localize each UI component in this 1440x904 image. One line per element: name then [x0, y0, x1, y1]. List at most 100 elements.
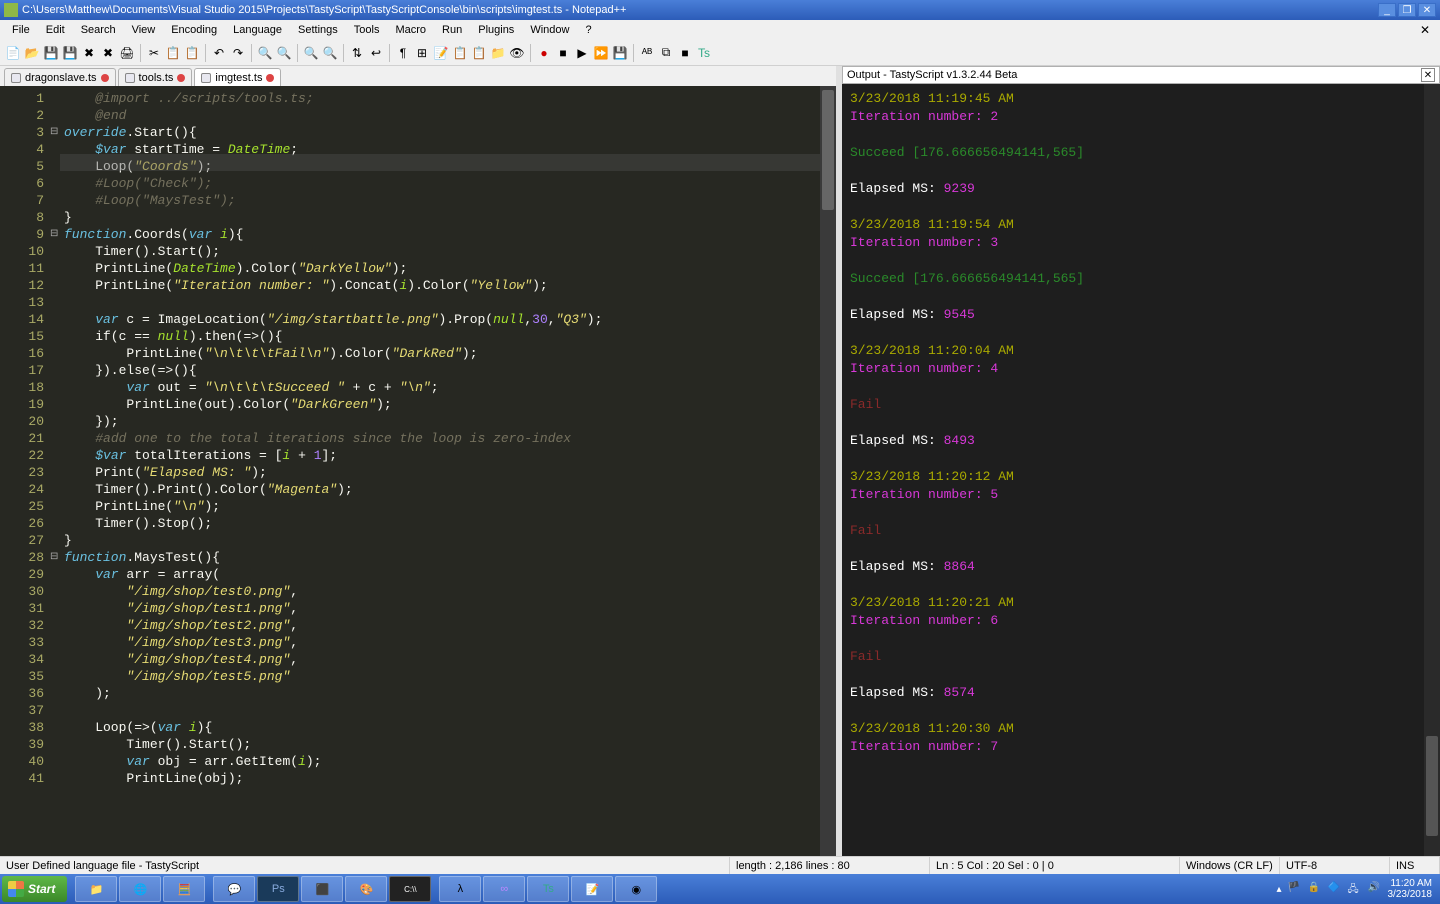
sync-scroll-icon[interactable]: ⇅ [348, 44, 366, 62]
task-calculator[interactable]: 🧮 [163, 876, 205, 902]
scrollbar-thumb[interactable] [822, 90, 834, 210]
menu-edit[interactable]: Edit [38, 22, 73, 38]
compare-icon[interactable]: ⧉ [657, 44, 675, 62]
show-all-chars-icon[interactable]: ¶ [394, 44, 412, 62]
tab-dragonslave-ts[interactable]: dragonslave.ts [4, 68, 116, 86]
task-discord[interactable]: 💬 [213, 876, 255, 902]
zoom-out-icon[interactable]: 🔍 [321, 44, 339, 62]
minimize-button[interactable]: _ [1378, 3, 1396, 17]
output-panel: Output - TastyScript v1.3.2.44 Beta ✕ 3/… [842, 66, 1440, 856]
tray-chevron-icon[interactable]: ▴ [1276, 884, 1281, 895]
print-icon[interactable]: 🖨 [118, 44, 136, 62]
maximize-button[interactable]: ❐ [1398, 3, 1416, 17]
tray-volume-icon[interactable]: 🔊 [1368, 882, 1382, 896]
menu-settings[interactable]: Settings [290, 22, 346, 38]
tray-vpn-icon[interactable]: 🔒 [1308, 882, 1322, 896]
menu-encoding[interactable]: Encoding [163, 22, 225, 38]
task-photoshop[interactable]: Ps [257, 876, 299, 902]
toolbar: 📄 📂 💾 💾 ✖ ✖ 🖨 ✂ 📋 📋 ↶ ↷ 🔍 🔍 🔍 🔍 ⇅ ↩ ¶ ⊞ … [0, 40, 1440, 66]
task-lambda[interactable]: λ [439, 876, 481, 902]
folder-icon[interactable]: 📁 [489, 44, 507, 62]
monitor-icon[interactable]: 👁 [508, 44, 526, 62]
tray-time: 11:20 AM [1388, 878, 1433, 889]
func-list-icon[interactable]: 📋 [470, 44, 488, 62]
plugin-icon[interactable]: ■ [676, 44, 694, 62]
windows-logo-icon [8, 881, 24, 897]
output-close-button[interactable]: ✕ [1421, 68, 1435, 82]
menu-run[interactable]: Run [434, 22, 470, 38]
open-file-icon[interactable]: 📂 [23, 44, 41, 62]
tab-imgtest-ts[interactable]: imgtest.ts [194, 68, 281, 86]
find-icon[interactable]: 🔍 [256, 44, 274, 62]
indent-guide-icon[interactable]: ⊞ [413, 44, 431, 62]
menu-macro[interactable]: Macro [387, 22, 434, 38]
close-file-icon[interactable]: ✖ [80, 44, 98, 62]
paste-icon[interactable]: 📋 [183, 44, 201, 62]
task-unknown1[interactable]: ⬛ [301, 876, 343, 902]
menu-window[interactable]: Window [522, 22, 577, 38]
close-icon[interactable] [177, 74, 185, 82]
udl-icon[interactable]: 📝 [432, 44, 450, 62]
menubar-close-icon[interactable]: ✕ [1414, 23, 1436, 37]
status-eol: Windows (CR LF) [1180, 857, 1280, 874]
save-icon[interactable]: 💾 [42, 44, 60, 62]
fold-gutter[interactable]: ⊟ ⊟ ⊟ [50, 86, 60, 856]
system-tray[interactable]: ▴ 🏴 🔒 🔷 🖧 🔊 11:20 AM 3/23/2018 [1270, 876, 1438, 902]
replace-icon[interactable]: 🔍 [275, 44, 293, 62]
start-button[interactable]: Start [2, 876, 67, 902]
menu-language[interactable]: Language [225, 22, 290, 38]
line-number-gutter: 1234567891011121314151617181920212223242… [0, 86, 50, 856]
close-button[interactable]: ✕ [1418, 3, 1436, 17]
editor-scrollbar[interactable] [820, 86, 836, 856]
wrap-icon[interactable]: ↩ [367, 44, 385, 62]
task-github[interactable]: ◉ [615, 876, 657, 902]
tray-app-icon[interactable]: 🔷 [1328, 882, 1342, 896]
task-app2[interactable]: 🎨 [345, 876, 387, 902]
save-all-icon[interactable]: 💾 [61, 44, 79, 62]
cut-icon[interactable]: ✂ [145, 44, 163, 62]
doc-map-icon[interactable]: 📋 [451, 44, 469, 62]
close-all-icon[interactable]: ✖ [99, 44, 117, 62]
close-icon[interactable] [101, 74, 109, 82]
output-content[interactable]: 3/23/2018 11:19:45 AMIteration number: 2… [842, 84, 1440, 856]
copy-icon[interactable]: 📋 [164, 44, 182, 62]
redo-icon[interactable]: ↷ [229, 44, 247, 62]
menu-file[interactable]: File [4, 22, 38, 38]
titlebar: C:\Users\Matthew\Documents\Visual Studio… [0, 0, 1440, 20]
menu-tools[interactable]: Tools [346, 22, 388, 38]
task-explorer[interactable]: 📁 [75, 876, 117, 902]
record-icon[interactable]: ● [535, 44, 553, 62]
menu-search[interactable]: Search [73, 22, 124, 38]
stop-icon[interactable]: ■ [554, 44, 572, 62]
tray-clock[interactable]: 11:20 AM 3/23/2018 [1388, 878, 1433, 900]
spell-check-icon[interactable]: ᴬᴮ [638, 44, 656, 62]
save-macro-icon[interactable]: 💾 [611, 44, 629, 62]
menu-view[interactable]: View [124, 22, 164, 38]
task-notepad[interactable]: 📝 [571, 876, 613, 902]
output-title-label: Output - TastyScript v1.3.2.44 Beta [847, 69, 1421, 81]
zoom-in-icon[interactable]: 🔍 [302, 44, 320, 62]
status-encoding: UTF-8 [1280, 857, 1390, 874]
tray-flag-icon[interactable]: 🏴 [1288, 882, 1302, 896]
menu-help[interactable]: ? [577, 22, 599, 38]
menu-plugins[interactable]: Plugins [470, 22, 522, 38]
file-icon [125, 73, 135, 83]
status-length: length : 2,186 lines : 80 [730, 857, 930, 874]
code-editor[interactable]: 1234567891011121314151617181920212223242… [0, 86, 836, 856]
code-content[interactable]: @import ../scripts/tools.ts; @endoverrid… [60, 86, 820, 856]
close-icon[interactable] [266, 74, 274, 82]
task-cmd[interactable]: C:\\ [389, 876, 431, 902]
output-scrollbar[interactable] [1424, 84, 1440, 856]
output-scrollbar-thumb[interactable] [1426, 736, 1438, 836]
undo-icon[interactable]: ↶ [210, 44, 228, 62]
task-vs[interactable]: ∞ [483, 876, 525, 902]
task-chrome[interactable]: 🌐 [119, 876, 161, 902]
tab-tools-ts[interactable]: tools.ts [118, 68, 193, 86]
new-file-icon[interactable]: 📄 [4, 44, 22, 62]
ts-icon[interactable]: Ts [695, 44, 713, 62]
play-multi-icon[interactable]: ⏩ [592, 44, 610, 62]
play-icon[interactable]: ▶ [573, 44, 591, 62]
window-title: C:\Users\Matthew\Documents\Visual Studio… [22, 4, 1378, 16]
tray-network-icon[interactable]: 🖧 [1348, 882, 1362, 896]
task-ts[interactable]: Ts [527, 876, 569, 902]
